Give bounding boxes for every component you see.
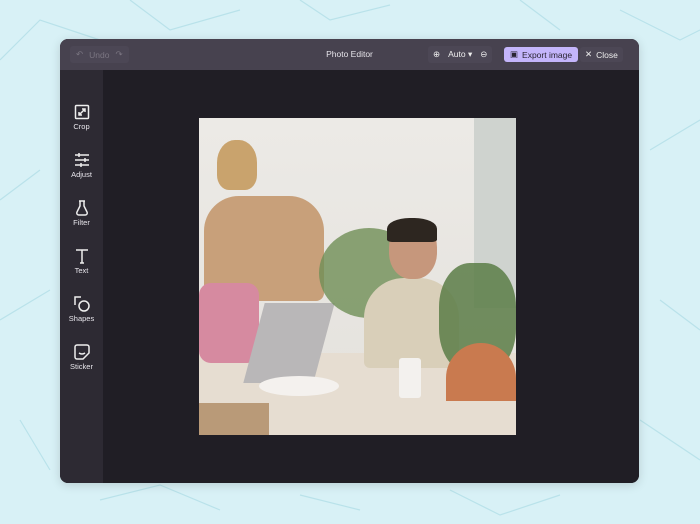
top-bar: ↶ Undo ↷ Photo Editor ⊕ Auto ▾ ⊖ ▣ Expor… — [60, 39, 639, 70]
tool-filter[interactable]: Filter — [60, 200, 103, 227]
zoom-value: Auto — [448, 49, 466, 59]
shapes-icon — [73, 296, 90, 312]
editor-canvas — [103, 70, 639, 483]
zoom-out-icon[interactable]: ⊖ — [480, 49, 487, 60]
close-button[interactable]: ✕ Close — [580, 47, 623, 62]
image-icon: ▣ — [510, 49, 519, 59]
tool-text[interactable]: Text — [60, 248, 103, 275]
photo-image[interactable] — [199, 118, 516, 435]
crop-icon — [74, 104, 89, 120]
tool-sticker[interactable]: Sticker — [60, 344, 103, 371]
tool-label: Adjust — [71, 170, 92, 179]
tool-label: Filter — [73, 218, 90, 227]
tool-sidebar: Crop Adjust Filter Text Shapes Sticker — [60, 70, 103, 483]
chevron-down-icon: ▾ — [468, 49, 473, 59]
tool-adjust[interactable]: Adjust — [60, 152, 103, 179]
close-label: Close — [596, 49, 618, 60]
zoom-select[interactable]: Auto ▾ — [448, 49, 472, 60]
zoom-controls: ⊕ Auto ▾ ⊖ — [428, 46, 493, 63]
sliders-icon — [74, 153, 89, 167]
tool-label: Text — [74, 266, 89, 275]
export-image-button[interactable]: ▣ Export image — [504, 47, 579, 62]
zoom-in-icon[interactable]: ⊕ — [433, 49, 440, 60]
tool-label: Sticker — [70, 362, 93, 371]
tool-label: Crop — [73, 122, 90, 131]
export-label: Export image — [522, 49, 573, 60]
sticker-icon — [73, 344, 90, 360]
tool-shapes[interactable]: Shapes — [60, 296, 103, 323]
tool-crop[interactable]: Crop — [60, 104, 103, 131]
close-icon: ✕ — [585, 49, 593, 59]
photo-editor-window: ↶ Undo ↷ Photo Editor ⊕ Auto ▾ ⊖ ▣ Expor… — [60, 39, 639, 483]
text-icon — [75, 249, 88, 264]
flask-icon — [75, 200, 88, 216]
tool-label: Shapes — [68, 314, 95, 323]
